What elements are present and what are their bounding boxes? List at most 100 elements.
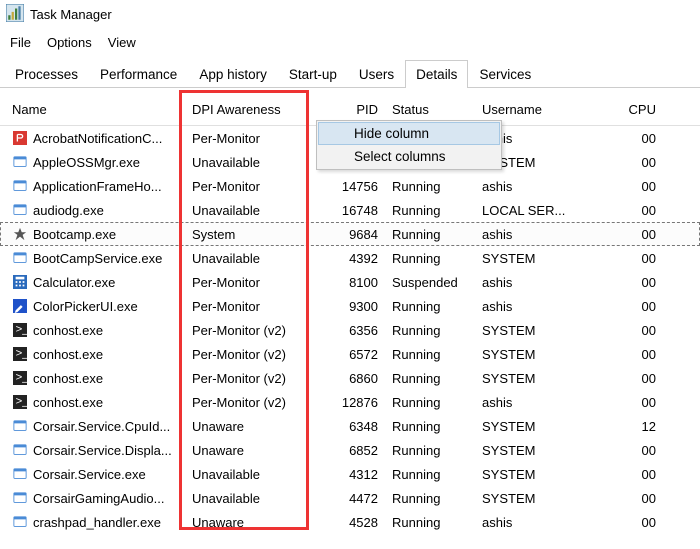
col-name[interactable]: Name: [12, 102, 192, 117]
cell-status: Running: [392, 467, 482, 482]
table-row[interactable]: CorsairGamingAudio...Unavailable4472Runn…: [0, 486, 700, 510]
col-dpi[interactable]: DPI Awareness: [192, 102, 322, 117]
tab-details[interactable]: Details: [405, 60, 468, 88]
cell-dpi: Unavailable: [192, 467, 322, 482]
process-icon: [12, 274, 28, 290]
table-row[interactable]: BootCampService.exeUnavailable4392Runnin…: [0, 246, 700, 270]
cell-status: Running: [392, 347, 482, 362]
process-icon: [12, 514, 28, 530]
menu-options[interactable]: Options: [47, 35, 92, 50]
process-icon: [12, 226, 28, 242]
process-icon: >_: [12, 370, 28, 386]
col-user[interactable]: Username: [482, 102, 592, 117]
cell-dpi: Per-Monitor: [192, 299, 322, 314]
cell-pid: 6860: [322, 371, 392, 386]
cell-cpu: 00: [592, 515, 662, 530]
cell-dpi: System: [192, 227, 322, 242]
menu-file[interactable]: File: [10, 35, 31, 50]
details-grid: Name DPI Awareness PID Status Username C…: [0, 88, 700, 534]
tab-performance[interactable]: Performance: [89, 60, 188, 88]
tab-processes[interactable]: Processes: [4, 60, 89, 88]
table-row[interactable]: Bootcamp.exeSystem9684Runningashis00: [0, 222, 700, 246]
cell-dpi: Per-Monitor: [192, 275, 322, 290]
ctx-select-columns[interactable]: Select columns: [318, 145, 500, 168]
svg-text:>_: >_: [16, 324, 27, 336]
table-row[interactable]: >_conhost.exePer-Monitor (v2)6572Running…: [0, 342, 700, 366]
col-pid[interactable]: PID: [322, 102, 392, 117]
cell-pid: 9684: [322, 227, 392, 242]
cell-dpi: Unaware: [192, 443, 322, 458]
col-cpu[interactable]: CPU: [592, 102, 662, 117]
cell-user: SYSTEM: [482, 419, 592, 434]
cell-user: SYSTEM: [482, 443, 592, 458]
svg-text:>_: >_: [16, 396, 27, 408]
cell-pid: 6852: [322, 443, 392, 458]
table-row[interactable]: ColorPickerUI.exe Per-Monitor9300Runninga…: [0, 294, 700, 318]
table-row[interactable]: ApplicationFrameHo...Per-Monitor14756Run…: [0, 174, 700, 198]
cell-pid: 4472: [322, 491, 392, 506]
process-icon: [12, 130, 28, 146]
cell-status: Running: [392, 323, 482, 338]
process-icon: [12, 418, 28, 434]
cell-dpi: Per-Monitor (v2): [192, 395, 322, 410]
process-icon: [12, 250, 28, 266]
table-row[interactable]: >_conhost.exePer-Monitor (v2)12876Runnin…: [0, 390, 700, 414]
cell-cpu: 00: [592, 251, 662, 266]
table-row[interactable]: Corsair.Service.CpuId...Unaware6348Runni…: [0, 414, 700, 438]
cell-dpi: Per-Monitor: [192, 179, 322, 194]
cell-cpu: 00: [592, 467, 662, 482]
taskmanager-icon: [6, 4, 24, 25]
menu-view[interactable]: View: [108, 35, 136, 50]
cell-status: Running: [392, 299, 482, 314]
cell-dpi: Per-Monitor (v2): [192, 347, 322, 362]
tab-users[interactable]: Users: [348, 60, 405, 88]
cell-user: ashis: [482, 299, 592, 314]
tab-start-up[interactable]: Start-up: [278, 60, 348, 88]
cell-user: SYSTEM: [482, 251, 592, 266]
cell-cpu: 00: [592, 155, 662, 170]
cell-dpi: Unavailable: [192, 491, 322, 506]
process-name: conhost.exe: [33, 323, 103, 338]
cell-user: ashis: [482, 275, 592, 290]
tab-services[interactable]: Services: [468, 60, 542, 88]
process-icon: >_: [12, 346, 28, 362]
cell-user: ashis: [482, 515, 592, 530]
table-row[interactable]: >_conhost.exePer-Monitor (v2)6356Running…: [0, 318, 700, 342]
table-row[interactable]: crashpad_handler.exeUnaware4528Runningas…: [0, 510, 700, 534]
cell-cpu: 00: [592, 227, 662, 242]
process-name: AppleOSSMgr.exe: [33, 155, 140, 170]
cell-cpu: 00: [592, 299, 662, 314]
col-status[interactable]: Status: [392, 102, 482, 117]
cell-user: LOCAL SER...: [482, 203, 592, 218]
table-row[interactable]: Corsair.Service.exeUnavailable4312Runnin…: [0, 462, 700, 486]
cell-cpu: 00: [592, 443, 662, 458]
process-icon: >_: [12, 394, 28, 410]
cell-dpi: Per-Monitor (v2): [192, 371, 322, 386]
cell-cpu: 00: [592, 203, 662, 218]
process-name: Corsair.Service.exe: [33, 467, 146, 482]
cell-pid: 4392: [322, 251, 392, 266]
cell-status: Running: [392, 179, 482, 194]
process-name: Corsair.Service.Displa...: [33, 443, 172, 458]
cell-dpi: Per-Monitor: [192, 131, 322, 146]
window-title: Task Manager: [30, 7, 112, 22]
cell-dpi: Unavailable: [192, 155, 322, 170]
cell-pid: 9300: [322, 299, 392, 314]
tab-app-history[interactable]: App history: [188, 60, 278, 88]
cell-user: ashis: [482, 179, 592, 194]
table-row[interactable]: audiodg.exeUnavailable16748RunningLOCAL …: [0, 198, 700, 222]
cell-user: ashis: [482, 227, 592, 242]
table-row[interactable]: Corsair.Service.Displa...Unaware6852Runn…: [0, 438, 700, 462]
cell-dpi: Unaware: [192, 515, 322, 530]
cell-status: Running: [392, 419, 482, 434]
cell-cpu: 00: [592, 131, 662, 146]
tabbar: ProcessesPerformanceApp historyStart-upU…: [0, 60, 700, 88]
cell-cpu: 00: [592, 275, 662, 290]
ctx-hide-column[interactable]: Hide column: [318, 122, 500, 145]
table-row[interactable]: Calculator.exePer-Monitor8100Suspendedas…: [0, 270, 700, 294]
process-name: BootCampService.exe: [33, 251, 162, 266]
process-icon: [12, 442, 28, 458]
process-icon: >_: [12, 322, 28, 338]
table-row[interactable]: >_conhost.exePer-Monitor (v2)6860Running…: [0, 366, 700, 390]
process-name: ColorPickerUI.exe: [33, 299, 138, 314]
